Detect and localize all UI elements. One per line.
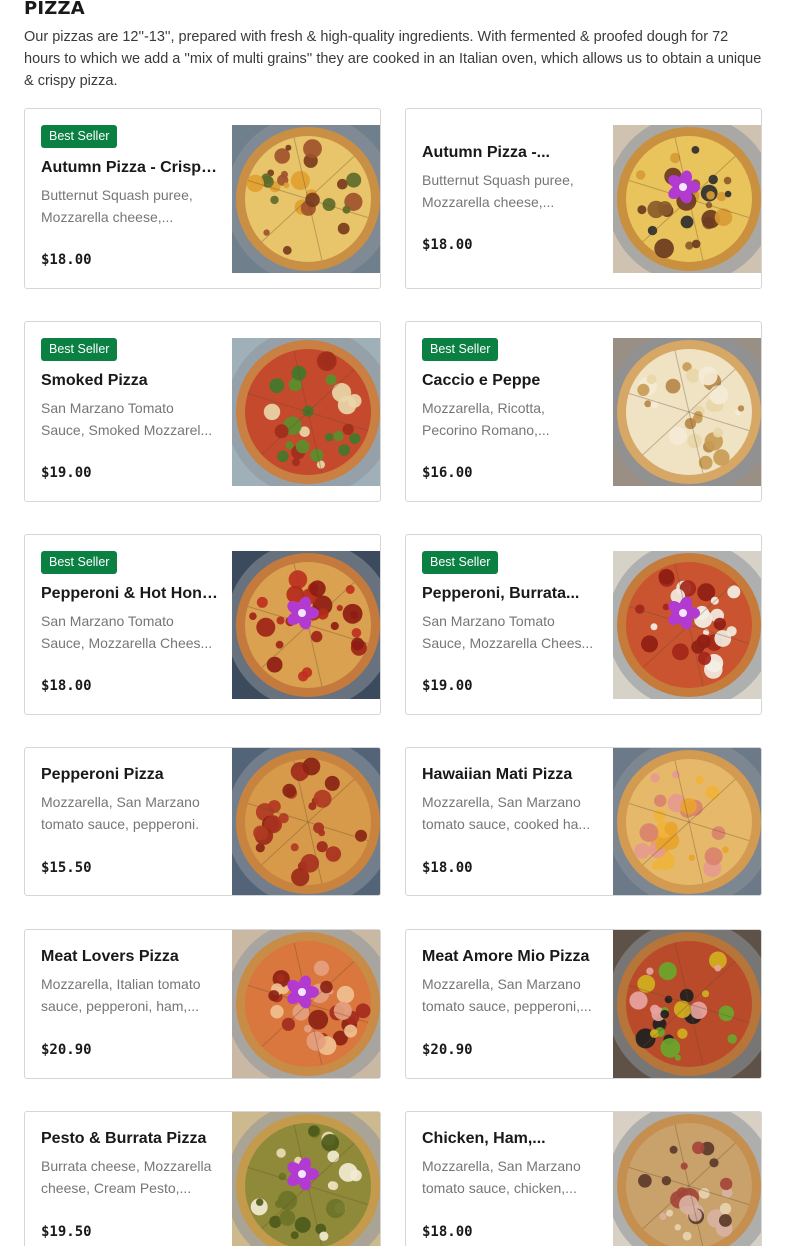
menu-item-card[interactable]: Hawaiian Mati Pizza Mozzarella, San Marza… xyxy=(405,747,762,896)
pizza-photo xyxy=(232,748,380,895)
menu-item-description: San Marzano Tomato Sauce, Mozzarella Che… xyxy=(41,613,213,651)
menu-item-card[interactable]: Best Seller Pepperoni, Burrata... San Marz… xyxy=(405,534,762,715)
menu-item-image[interactable] xyxy=(613,748,761,895)
menu-item-price: $20.90 xyxy=(41,1042,92,1058)
menu-item-name: Meat Lovers Pizza xyxy=(41,948,179,965)
pizza-photo xyxy=(232,551,380,699)
pizza-photo xyxy=(232,1112,380,1246)
menu-item-description: Mozzarella, San Marzano tomato sauce, pe… xyxy=(41,794,200,832)
menu-item-description: Mozzarella, Ricotta, Pecorino Romano,... xyxy=(422,400,550,438)
best-seller-badge: Best Seller xyxy=(41,338,118,361)
menu-item-card[interactable]: Meat Lovers Pizza Mozzarella, Italian tom… xyxy=(24,929,381,1079)
pizza-photo xyxy=(613,338,761,486)
menu-item-image[interactable] xyxy=(232,338,380,486)
pizza-photo xyxy=(613,551,761,699)
menu-item-name: Meat Amore Mio Pizza xyxy=(422,948,590,965)
menu-item-name: Caccio e Peppe xyxy=(422,372,541,389)
menu-item-price: $18.00 xyxy=(41,252,92,268)
best-seller-badge: Best Seller xyxy=(422,338,499,361)
best-seller-badge: Best Seller xyxy=(41,551,118,574)
pizza-photo xyxy=(613,930,761,1078)
menu-item-image[interactable] xyxy=(613,930,761,1078)
menu-item-description: Butternut Squash puree, Mozzarella chees… xyxy=(422,172,574,210)
menu-item-price: $18.00 xyxy=(422,1224,473,1240)
menu-item-price: $20.90 xyxy=(422,1042,473,1058)
menu-item-name: Hawaiian Mati Pizza xyxy=(422,766,573,783)
pizza-photo xyxy=(613,748,761,895)
menu-item-card[interactable]: Pepperoni Pizza Mozzarella, San Marzano t… xyxy=(24,747,381,896)
menu-item-price: $18.00 xyxy=(422,237,473,253)
menu-item-description: Mozzarella, Italian tomato sauce, pepper… xyxy=(41,976,201,1014)
pizza-photo xyxy=(232,125,380,273)
menu-item-price: $16.00 xyxy=(422,465,473,481)
menu-item-image[interactable] xyxy=(232,748,380,895)
menu-item-price: $19.00 xyxy=(422,678,473,694)
menu-item-image[interactable] xyxy=(232,930,380,1078)
menu-item-card[interactable]: Best Seller Caccio e Peppe Mozzarella, Ric… xyxy=(405,321,762,502)
pizza-photo xyxy=(613,1112,761,1246)
menu-item-name: Autumn Pizza -... xyxy=(422,144,550,161)
menu-item-name: Chicken, Ham,... xyxy=(422,1130,546,1147)
menu-item-name: Pepperoni, Burrata... xyxy=(422,585,580,602)
menu-item-image[interactable] xyxy=(232,125,380,273)
menu-item-description: Mozzarella, San Marzano tomato sauce, pe… xyxy=(422,976,592,1014)
menu-item-price: $18.00 xyxy=(41,678,92,694)
menu-item-description: San Marzano Tomato Sauce, Mozzarella Che… xyxy=(422,613,594,651)
menu-item-card[interactable]: Best Seller Pepperoni & Hot Honey San Marz… xyxy=(24,534,381,715)
menu-item-card[interactable]: Best Seller Smoked Pizza San Marzano Tomat… xyxy=(24,321,381,502)
menu-item-card[interactable]: Best Seller Autumn Pizza - Crispy... Butte… xyxy=(24,108,381,289)
section-description: Our pizzas are 12''-13'', prepared with … xyxy=(24,29,762,89)
menu-item-price: $19.00 xyxy=(41,465,92,481)
menu-item-image[interactable] xyxy=(613,125,761,273)
menu-item-card[interactable]: Meat Amore Mio Pizza Mozzarella, San Marz… xyxy=(405,929,762,1079)
menu-item-image[interactable] xyxy=(613,551,761,699)
best-seller-badge: Best Seller xyxy=(422,551,499,574)
menu-item-price: $15.50 xyxy=(41,860,92,876)
menu-item-image[interactable] xyxy=(613,1112,761,1246)
section-title: PIZZA xyxy=(24,0,85,19)
menu-item-name: Smoked Pizza xyxy=(41,372,148,389)
pizza-photo xyxy=(232,338,380,486)
menu-item-description: San Marzano Tomato Sauce, Smoked Mozzare… xyxy=(41,400,213,438)
menu-item-image[interactable] xyxy=(232,1112,380,1246)
menu-item-name: Autumn Pizza - Crispy... xyxy=(41,159,219,176)
pizza-photo xyxy=(613,125,761,273)
menu-item-description: Burrata cheese, Mozzarella cheese, Cream… xyxy=(41,1158,212,1196)
menu-item-description: Butternut Squash puree, Mozzarella chees… xyxy=(41,187,193,225)
menu-item-name: Pepperoni Pizza xyxy=(41,766,164,783)
menu-item-image[interactable] xyxy=(232,551,380,699)
menu-item-description: Mozzarella, San Marzano tomato sauce, co… xyxy=(422,794,591,832)
menu-item-name: Pesto & Burrata Pizza xyxy=(41,1130,207,1147)
menu-item-price: $19.50 xyxy=(41,1224,92,1240)
menu-item-price: $18.00 xyxy=(422,860,473,876)
menu-item-card[interactable]: Chicken, Ham,... Mozzarella, San Marzano … xyxy=(405,1111,762,1246)
menu-item-card[interactable]: Pesto & Burrata Pizza Burrata cheese, Moz… xyxy=(24,1111,381,1246)
menu-item-name: Pepperoni & Hot Honey xyxy=(41,585,219,602)
pizza-photo xyxy=(232,930,380,1078)
menu-item-card[interactable]: Autumn Pizza -... Butternut Squash puree,… xyxy=(405,108,762,289)
best-seller-badge: Best Seller xyxy=(41,125,118,148)
menu-item-description: Mozzarella, San Marzano tomato sauce, ch… xyxy=(422,1158,581,1196)
menu-item-image[interactable] xyxy=(613,338,761,486)
